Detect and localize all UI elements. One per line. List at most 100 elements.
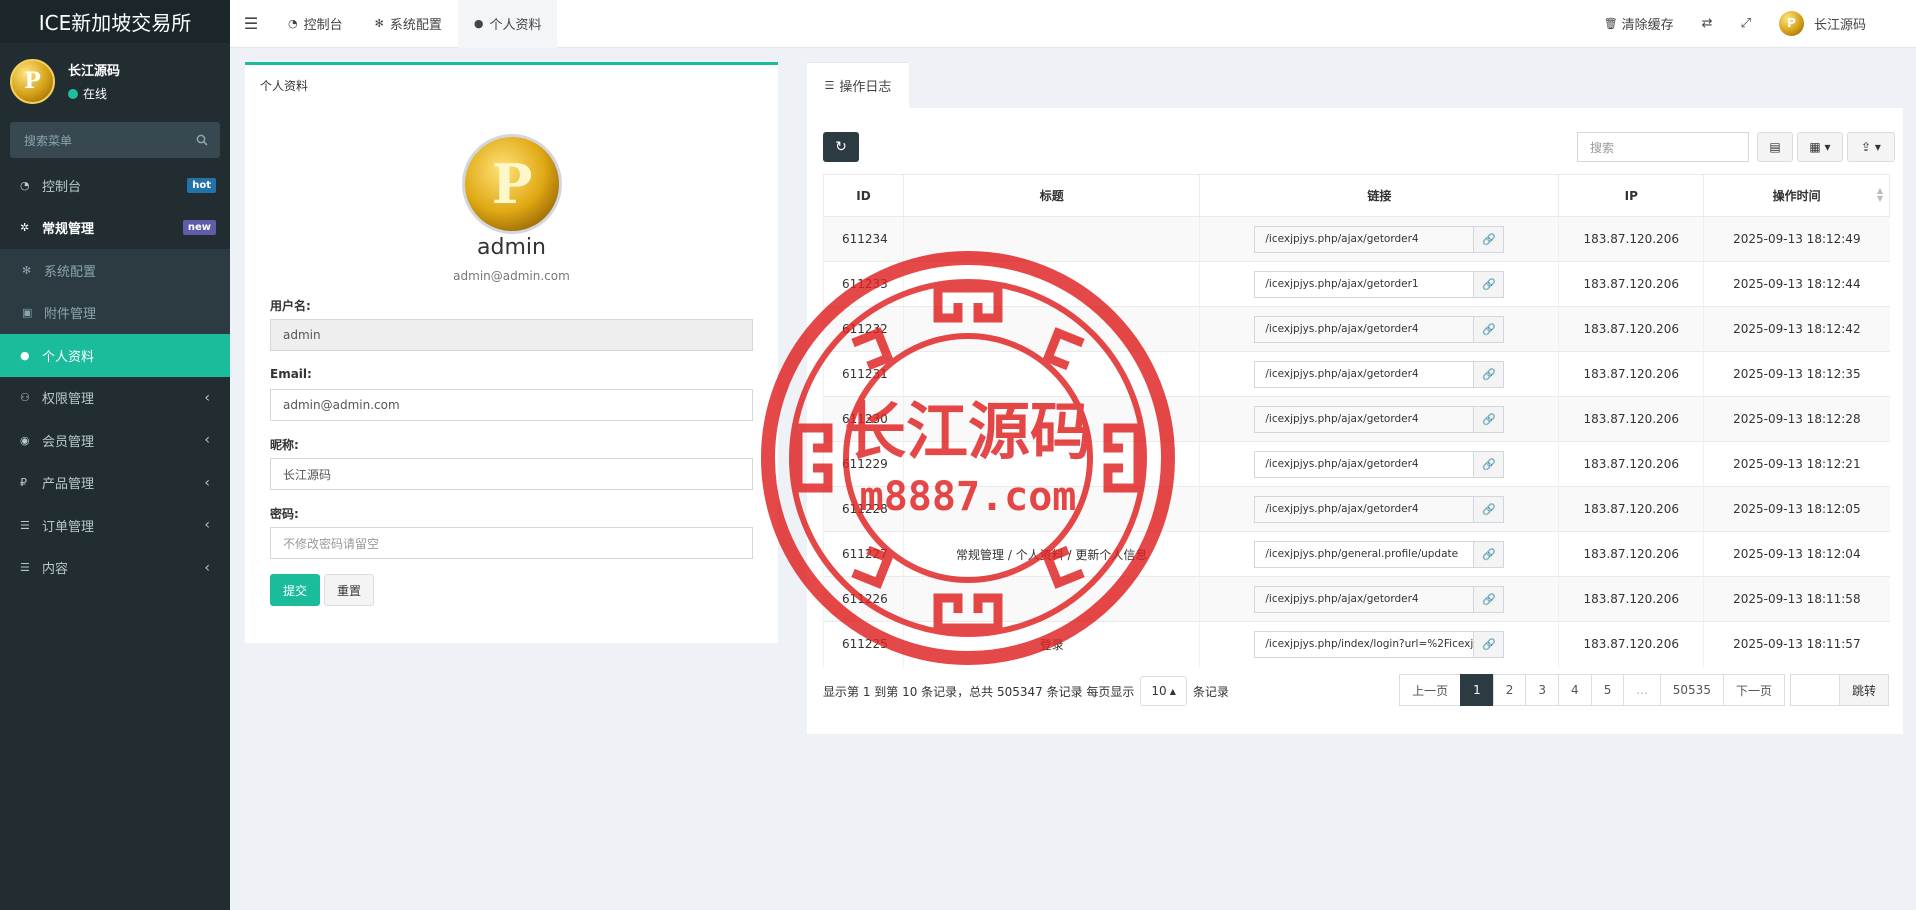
column-header-id[interactable]: ID: [823, 174, 904, 217]
sidebar-item-auth[interactable]: ⚇ 权限管理 ‹: [0, 377, 230, 420]
link-icon[interactable]: 🔗: [1473, 271, 1504, 297]
sidebar-item-orders[interactable]: ☰ 订单管理 ‹: [0, 504, 230, 547]
prev-page-button[interactable]: 上一页: [1399, 674, 1462, 706]
link-icon[interactable]: 🔗: [1473, 451, 1504, 477]
sidebar-item-config[interactable]: ✻ 系统配置: [0, 249, 230, 292]
page-button-2[interactable]: 2: [1492, 674, 1527, 706]
sidebar-item-members[interactable]: ◉ 会员管理 ‹: [0, 419, 230, 462]
page-jump-button[interactable]: 跳转: [1838, 674, 1889, 706]
hot-badge: hot: [187, 177, 216, 193]
url-field[interactable]: /icexjpjys.php/general.profile/update: [1255, 542, 1473, 567]
url-field[interactable]: /icexjpjys.php/ajax/getorder4: [1255, 587, 1473, 612]
table-row[interactable]: 611226/icexjpjys.php/ajax/getorder4 🔗 183.…: [823, 576, 1890, 622]
url-field[interactable]: /icexjpjys.php/ajax/getorder4: [1255, 317, 1473, 342]
top-navbar: ☰ ◔ 控制台 ✻ 系统配置 ● 个人资料 🗑 清除缓存 ⇄ ⤢ P 长江源码: [230, 0, 1916, 48]
refresh-button[interactable]: ↻: [823, 132, 859, 162]
table-row[interactable]: 611229/icexjpjys.php/ajax/getorder4 🔗 183.…: [823, 441, 1890, 487]
table-row[interactable]: 611234/icexjpjys.php/ajax/getorder4 🔗 183.…: [823, 216, 1890, 262]
next-page-button[interactable]: 下一页: [1722, 674, 1785, 706]
sidebar-item-label: 个人资料: [42, 349, 95, 365]
submit-button[interactable]: 提交: [270, 574, 320, 606]
link-icon[interactable]: 🔗: [1473, 406, 1504, 432]
url-field[interactable]: /icexjpjys.php/ajax/getorder4: [1255, 497, 1473, 522]
columns-button[interactable]: ▦ ▾: [1797, 132, 1843, 162]
page-size-value: 10: [1151, 684, 1167, 698]
page-button-1[interactable]: 1: [1460, 674, 1494, 706]
profile-avatar[interactable]: P: [462, 134, 562, 234]
table-row[interactable]: 611231/icexjpjys.php/ajax/getorder4 🔗 183.…: [823, 351, 1890, 397]
page-button-last[interactable]: 50535: [1659, 674, 1724, 706]
cell-title: 常规管理 / 个人资料 / 更新个人信息: [902, 531, 1200, 577]
url-field[interactable]: /icexjpjys.php/ajax/getorder4: [1255, 227, 1473, 252]
link-icon[interactable]: 🔗: [1473, 361, 1504, 387]
tab-profile[interactable]: ● 个人资料: [457, 0, 558, 48]
email-field[interactable]: admin@admin.com: [270, 389, 753, 421]
tab-dashboard[interactable]: ◔ 控制台: [272, 0, 359, 48]
clear-cache-button[interactable]: 🗑 清除缓存: [1604, 14, 1674, 33]
cell-time: 2025-09-13 18:12:05: [1703, 486, 1890, 532]
link-icon[interactable]: 🔗: [1473, 541, 1504, 567]
reset-button[interactable]: 重置: [324, 574, 374, 606]
sidebar-item-products[interactable]: ₽ 产品管理 ‹: [0, 462, 230, 505]
column-header-ip[interactable]: IP: [1558, 174, 1705, 217]
group-icon: ⚇: [20, 391, 30, 405]
cell-url: /icexjpjys.php/ajax/getorder4 🔗: [1199, 351, 1559, 397]
tab-config[interactable]: ✻ 系统配置: [359, 0, 458, 48]
tab-operation-log[interactable]: ☰ 操作日志: [807, 62, 909, 108]
url-field[interactable]: /icexjpjys.php/ajax/getorder4: [1255, 452, 1473, 477]
link-icon[interactable]: 🔗: [1473, 226, 1504, 252]
table-row[interactable]: 611232/icexjpjys.php/ajax/getorder4 🔗 183.…: [823, 306, 1890, 352]
column-header-title[interactable]: 标题: [902, 174, 1201, 217]
chevron-left-icon: ‹: [204, 517, 210, 534]
sidebar-item-profile[interactable]: ● 个人资料: [0, 334, 230, 377]
brand-title[interactable]: ICE新加坡交易所: [0, 0, 230, 43]
dashboard-icon: ◔: [288, 17, 298, 30]
nickname-field[interactable]: 长江源码: [270, 458, 753, 490]
password-field[interactable]: 不修改密码请留空: [270, 527, 753, 559]
table-row[interactable]: 611225 登录/icexjpjys.php/index/login?url=%…: [823, 621, 1890, 667]
link-icon[interactable]: 🔗: [1473, 631, 1504, 657]
url-field[interactable]: /icexjpjys.php/ajax/getorder4: [1255, 407, 1473, 432]
link-icon[interactable]: 🔗: [1473, 496, 1504, 522]
menu-search-input[interactable]: 搜索菜单: [10, 122, 220, 158]
link-icon[interactable]: 🔗: [1473, 316, 1504, 342]
table-row[interactable]: 611233/icexjpjys.php/ajax/getorder1 🔗 183.…: [823, 261, 1890, 307]
page-size-select[interactable]: 10 ▲: [1140, 676, 1187, 706]
list-icon: ☰: [20, 518, 30, 532]
url-input-group: /icexjpjys.php/ajax/getorder4 🔗: [1254, 225, 1505, 253]
sidebar-item-attachment[interactable]: ▣ 附件管理: [0, 291, 230, 334]
page-jump-input[interactable]: [1789, 674, 1840, 706]
column-header-time[interactable]: 操作时间 ▲ ▼: [1703, 174, 1890, 217]
sidebar-item-label: 订单管理: [42, 519, 95, 535]
page-button-3[interactable]: 3: [1525, 674, 1560, 706]
url-field[interactable]: /icexjpjys.php/index/login?url=%2Ficexjp: [1255, 632, 1473, 657]
cell-time: 2025-09-13 18:11:58: [1703, 576, 1890, 622]
url-field[interactable]: /icexjpjys.php/ajax/getorder4: [1255, 362, 1473, 387]
table-row[interactable]: 611228/icexjpjys.php/ajax/getorder4 🔗 183.…: [823, 486, 1890, 532]
cell-time: 2025-09-13 18:12:21: [1703, 441, 1890, 487]
export-button[interactable]: ⇪ ▾: [1847, 132, 1895, 162]
search-icon[interactable]: [196, 134, 208, 146]
page-button-5[interactable]: 5: [1590, 674, 1625, 706]
url-field[interactable]: /icexjpjys.php/ajax/getorder1: [1255, 272, 1473, 297]
email-label: Email:: [270, 367, 312, 381]
sidebar-item-general[interactable]: ✲ 常规管理 new: [0, 207, 230, 250]
user-menu[interactable]: P 长江源码: [1778, 10, 1866, 36]
page-button-4[interactable]: 4: [1558, 674, 1592, 706]
column-header-url[interactable]: 链接: [1199, 174, 1560, 217]
table-search-input[interactable]: 搜索: [1577, 132, 1749, 162]
table-row[interactable]: 611230/icexjpjys.php/ajax/getorder4 🔗 183.…: [823, 396, 1890, 442]
menu-toggle-icon[interactable]: ☰: [230, 14, 272, 33]
table-row[interactable]: 611227 常规管理 / 个人资料 / 更新个人信息/icexjpjys.php…: [823, 531, 1890, 577]
refresh-icon: ↻: [835, 139, 847, 155]
sidebar-item-content[interactable]: ☰ 内容 ‹: [0, 547, 230, 590]
cell-title: [902, 441, 1200, 487]
cell-id: 611226: [823, 576, 904, 622]
toggle-view-button[interactable]: ▤: [1757, 132, 1793, 162]
fullscreen-icon[interactable]: ⤢: [1741, 16, 1751, 31]
cell-time: 2025-09-13 18:11:57: [1703, 621, 1890, 667]
language-icon[interactable]: ⇄: [1702, 16, 1713, 31]
sidebar-item-dashboard[interactable]: ◔ 控制台 hot: [0, 164, 230, 207]
top-user-name: 长江源码: [1813, 17, 1866, 33]
link-icon[interactable]: 🔗: [1473, 586, 1504, 612]
